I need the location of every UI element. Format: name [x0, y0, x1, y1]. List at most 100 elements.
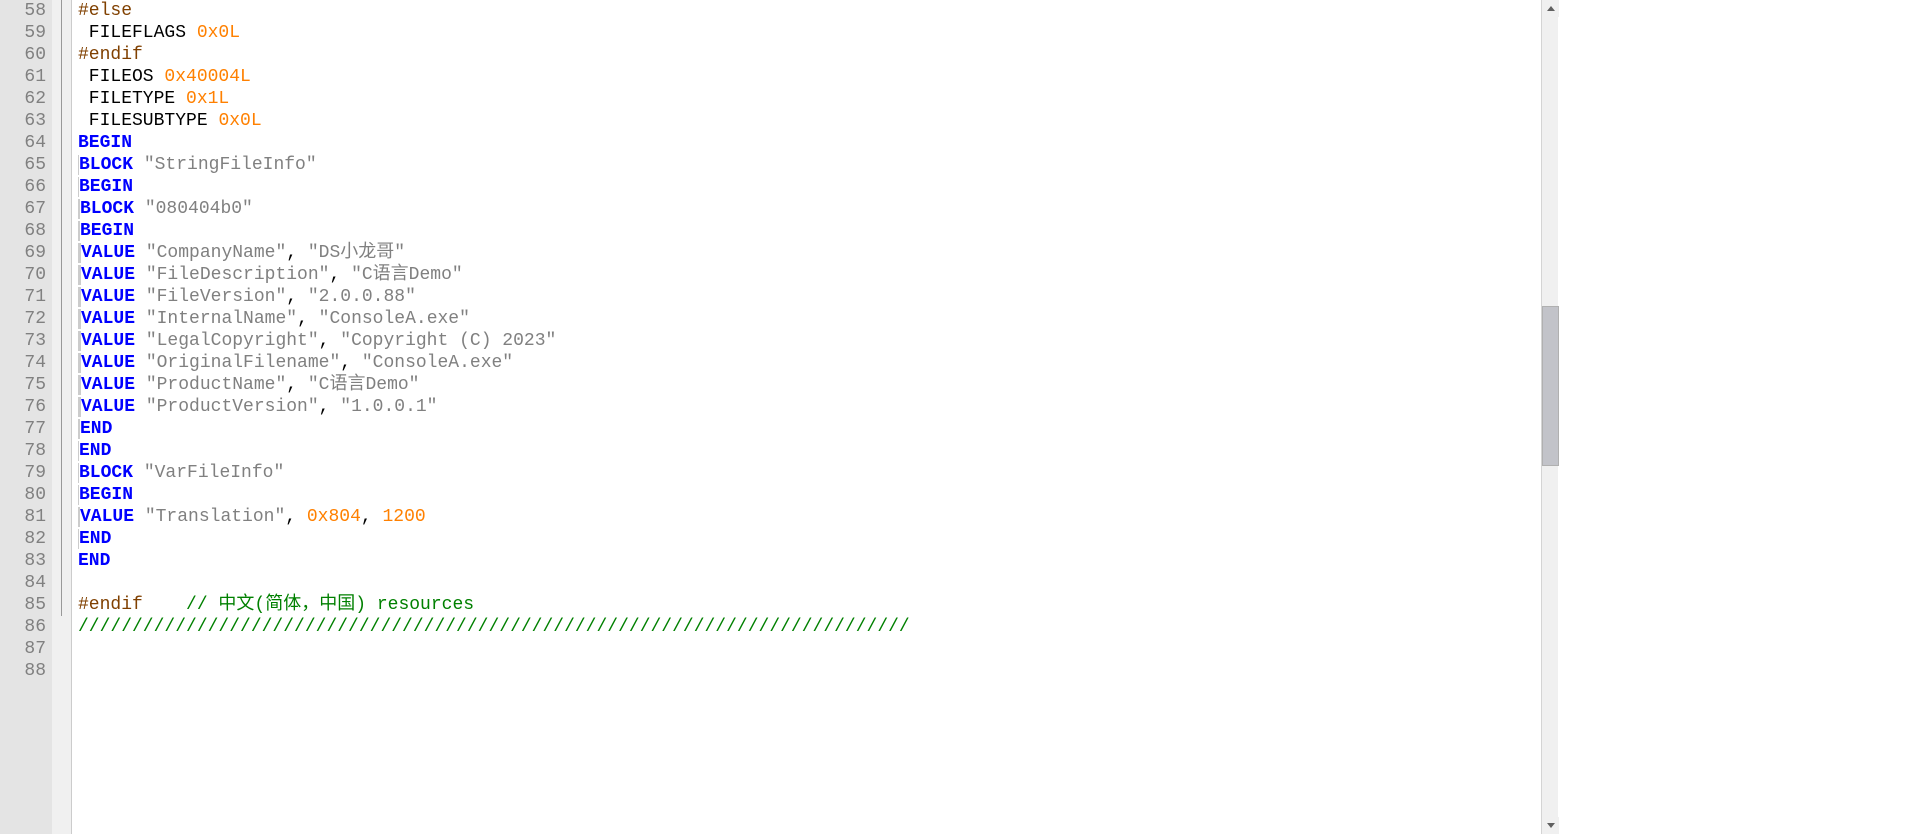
token — [134, 199, 145, 219]
code-line[interactable]: BEGIN — [78, 220, 1558, 242]
code-line[interactable]: VALUE "ProductName", "C语言Demo" — [78, 374, 1558, 396]
line-number: 77 — [0, 418, 46, 440]
code-line[interactable]: VALUE "LegalCopyright", "Copyright (C) 2… — [78, 330, 1558, 352]
scroll-down-button[interactable] — [1542, 817, 1559, 834]
line-number: 65 — [0, 154, 46, 176]
code-line[interactable]: VALUE "FileDescription", "C语言Demo" — [78, 264, 1558, 286]
token: BLOCK — [80, 199, 134, 219]
code-line[interactable]: BEGIN — [78, 176, 1558, 198]
token: VALUE — [80, 507, 134, 527]
token: #endif — [78, 45, 143, 65]
scroll-up-button[interactable] — [1542, 0, 1559, 17]
line-number: 72 — [0, 308, 46, 330]
token: BLOCK — [79, 155, 133, 175]
token: FILESUBTYPE — [78, 111, 218, 131]
code-line[interactable] — [78, 638, 1558, 660]
token: "2.0.0.88" — [308, 287, 416, 307]
token: , — [340, 353, 362, 373]
line-number: 62 — [0, 88, 46, 110]
code-line[interactable]: FILEOS 0x40004L — [78, 66, 1558, 88]
line-number: 73 — [0, 330, 46, 352]
code-line[interactable]: END — [78, 528, 1558, 550]
token — [135, 309, 146, 329]
scrollbar-thumb[interactable] — [1542, 306, 1559, 466]
token: "Copyright (C) 2023" — [340, 331, 556, 351]
token: FILEOS — [78, 67, 164, 87]
token: END — [78, 551, 110, 571]
code-line[interactable]: BEGIN — [78, 484, 1558, 506]
code-line[interactable]: END — [78, 550, 1558, 572]
token: "FileVersion" — [146, 287, 286, 307]
code-line[interactable]: BLOCK "StringFileInfo" — [78, 154, 1558, 176]
token: END — [79, 529, 111, 549]
token: BEGIN — [78, 133, 132, 153]
token: , — [286, 287, 308, 307]
line-number: 88 — [0, 660, 46, 682]
token: ////////////////////////////////////////… — [78, 617, 910, 637]
token: 0x804 — [307, 507, 361, 527]
token: 1200 — [383, 507, 426, 527]
token: 0x1L — [186, 89, 229, 109]
token — [135, 331, 146, 351]
line-number: 60 — [0, 44, 46, 66]
token: VALUE — [81, 375, 135, 395]
line-number-gutter: 5859606162636465666768697071727374757677… — [0, 0, 52, 834]
line-number: 68 — [0, 220, 46, 242]
line-number: 75 — [0, 374, 46, 396]
code-line[interactable]: FILESUBTYPE 0x0L — [78, 110, 1558, 132]
token: "LegalCopyright" — [146, 331, 319, 351]
line-number: 82 — [0, 528, 46, 550]
token: BLOCK — [79, 463, 133, 483]
token: "OriginalFilename" — [146, 353, 340, 373]
code-line[interactable]: VALUE "Translation", 0x804, 1200 — [78, 506, 1558, 528]
line-number: 76 — [0, 396, 46, 418]
code-line[interactable]: #endif // 中文(简体，中国) resources — [78, 594, 1558, 616]
code-line[interactable]: END — [78, 440, 1558, 462]
line-number: 59 — [0, 22, 46, 44]
token: "Translation" — [145, 507, 285, 527]
code-line[interactable]: VALUE "CompanyName", "DS小龙哥" — [78, 242, 1558, 264]
fold-margin[interactable] — [52, 0, 72, 834]
token: // 中文(简体，中国) resources — [186, 595, 474, 615]
code-line[interactable]: VALUE "FileVersion", "2.0.0.88" — [78, 286, 1558, 308]
line-number: 85 — [0, 594, 46, 616]
code-line[interactable]: #else — [78, 0, 1558, 22]
token: "C语言Demo" — [308, 375, 420, 395]
token: VALUE — [81, 397, 135, 417]
token — [135, 397, 146, 417]
code-line[interactable]: BLOCK "080404b0" — [78, 198, 1558, 220]
code-editor[interactable]: 5859606162636465666768697071727374757677… — [0, 0, 1558, 834]
chevron-up-icon — [1547, 6, 1555, 11]
token: "CompanyName" — [146, 243, 286, 263]
code-line[interactable]: BEGIN — [78, 132, 1558, 154]
line-number: 58 — [0, 0, 46, 22]
code-line[interactable]: BLOCK "VarFileInfo" — [78, 462, 1558, 484]
vertical-scrollbar[interactable] — [1541, 0, 1558, 834]
chevron-down-icon — [1547, 823, 1555, 828]
code-line[interactable]: END — [78, 418, 1558, 440]
token: , — [286, 375, 308, 395]
token: 0x40004L — [164, 67, 250, 87]
code-line[interactable] — [78, 660, 1558, 682]
token: , — [319, 397, 341, 417]
code-line[interactable] — [78, 572, 1558, 594]
code-line[interactable]: VALUE "ProductVersion", "1.0.0.1" — [78, 396, 1558, 418]
token: , — [285, 507, 307, 527]
token: "C语言Demo" — [351, 265, 463, 285]
token — [143, 595, 186, 615]
code-line[interactable]: #endif — [78, 44, 1558, 66]
token: , — [361, 507, 383, 527]
code-line[interactable]: FILETYPE 0x1L — [78, 88, 1558, 110]
code-line[interactable]: ////////////////////////////////////////… — [78, 616, 1558, 638]
code-line[interactable]: VALUE "OriginalFilename", "ConsoleA.exe" — [78, 352, 1558, 374]
token: "080404b0" — [145, 199, 253, 219]
code-line[interactable]: FILEFLAGS 0x0L — [78, 22, 1558, 44]
code-line[interactable]: VALUE "InternalName", "ConsoleA.exe" — [78, 308, 1558, 330]
line-number: 64 — [0, 132, 46, 154]
token: BEGIN — [79, 177, 133, 197]
token: "FileDescription" — [146, 265, 330, 285]
code-content[interactable]: #else FILEFLAGS 0x0L#endif FILEOS 0x4000… — [72, 0, 1558, 834]
token: BEGIN — [80, 221, 134, 241]
token: FILETYPE — [78, 89, 186, 109]
token: VALUE — [81, 353, 135, 373]
